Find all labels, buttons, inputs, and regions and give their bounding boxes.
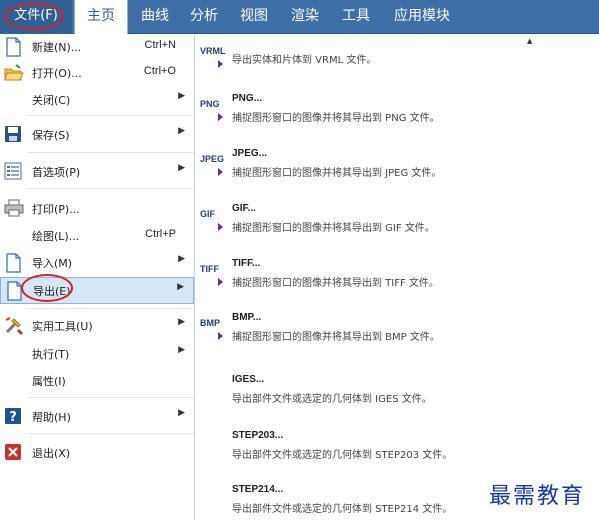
submenu-marker-icon xyxy=(218,168,223,176)
open-folder-icon xyxy=(4,63,24,83)
menu-item-save[interactable]: 保存(S) ▶ xyxy=(0,122,194,148)
png-format-icon: PNG xyxy=(200,99,220,109)
menu-divider xyxy=(28,152,194,153)
menu-item-new[interactable]: 新建(N)... Ctrl+N xyxy=(0,34,194,60)
menu-item-execute[interactable]: 执行(T) ▶ xyxy=(0,341,194,367)
save-disk-icon xyxy=(4,125,24,145)
export-jpeg[interactable]: JPEG JPEG... 捕捉图形窗口的图像并将其导出到 JPEG 文件。 xyxy=(196,144,599,200)
tab-tools[interactable]: 工具 xyxy=(342,0,370,34)
chevron-right-icon: ▶ xyxy=(178,91,185,101)
submenu-marker-icon xyxy=(218,332,223,340)
chevron-right-icon: ▶ xyxy=(178,163,185,173)
submenu-marker-icon xyxy=(218,278,223,286)
submenu-marker-icon xyxy=(218,113,223,121)
export-png[interactable]: PNG PNG... 捕捉图形窗口的图像并将其导出到 PNG 文件。 xyxy=(196,89,599,145)
menu-divider xyxy=(28,397,194,398)
export-submenu: ▲ VRML 导出实体和片体到 VRML 文件。 PNG PNG... 捕捉图形… xyxy=(196,34,599,520)
gif-format-icon: GIF xyxy=(200,209,215,219)
menu-divider xyxy=(28,188,194,189)
export-step203[interactable]: STEP203... 导出部件文件或选定的几何体到 STEP203 文件。 xyxy=(196,426,599,482)
menu-item-export[interactable]: 导出(E) ▶ xyxy=(0,274,194,304)
file-tab[interactable]: 文件(F) xyxy=(0,0,72,34)
tools-icon xyxy=(4,316,24,336)
watermark: 最需教育 xyxy=(488,484,585,509)
file-menu: 新建(N)... Ctrl+N 打开(O)... Ctrl+O 关闭(C) ▶ … xyxy=(0,34,195,520)
ribbon-tab-bar: 文件(F) 主页 曲线 分析 视图 渲染 工具 应用模块 xyxy=(0,0,599,35)
tiff-format-icon: TIFF xyxy=(200,264,219,274)
menu-item-exit[interactable]: 退出(X) xyxy=(0,440,194,466)
bmp-format-icon: BMP xyxy=(200,318,220,328)
import-icon xyxy=(4,253,24,273)
export-iges[interactable]: IGES... 导出部件文件或选定的几何体到 IGES 文件。 xyxy=(196,370,599,426)
annotation-circle xyxy=(4,3,64,30)
preferences-list-icon xyxy=(4,162,24,182)
tab-curve[interactable]: 曲线 xyxy=(141,0,169,34)
menu-item-utilities[interactable]: 实用工具(U) ▶ xyxy=(0,313,194,339)
menu-item-plot[interactable]: 绘图(L)... Ctrl+P xyxy=(0,223,194,249)
menu-item-help[interactable]: ? 帮助(H) ▶ xyxy=(0,404,194,430)
chevron-right-icon: ▶ xyxy=(178,345,185,355)
chevron-right-icon: ▶ xyxy=(178,317,185,327)
menu-item-open[interactable]: 打开(O)... Ctrl+O xyxy=(0,60,194,86)
chevron-right-icon: ▶ xyxy=(178,254,185,264)
tab-home[interactable]: 主页 xyxy=(74,0,128,35)
jpeg-format-icon: JPEG xyxy=(200,154,225,164)
new-file-icon xyxy=(4,37,24,57)
chevron-right-icon: ▶ xyxy=(177,282,184,292)
menu-divider xyxy=(28,115,194,116)
menu-item-print[interactable]: 打印(P)... xyxy=(0,196,194,222)
menu-item-close[interactable]: 关闭(C) ▶ xyxy=(0,87,194,113)
help-icon: ? xyxy=(4,407,24,427)
submenu-marker-icon xyxy=(218,223,223,231)
export-gif[interactable]: GIF GIF... 捕捉图形窗口的图像并将其导出到 GIF 文件。 xyxy=(196,199,599,255)
tab-analysis[interactable]: 分析 xyxy=(190,0,218,34)
printer-icon xyxy=(4,199,24,219)
vrml-format-icon: VRML xyxy=(200,46,226,56)
tab-render[interactable]: 渲染 xyxy=(291,0,319,34)
menu-divider xyxy=(28,433,194,434)
annotation-circle xyxy=(21,274,73,302)
tab-application[interactable]: 应用模块 xyxy=(394,0,450,34)
menu-item-import[interactable]: 导入(M) ▶ xyxy=(0,250,194,276)
menu-item-properties[interactable]: 属性(I) xyxy=(0,368,194,394)
chevron-right-icon: ▶ xyxy=(178,126,185,136)
export-bmp[interactable]: BMP BMP... 捕捉图形窗口的图像并将其导出到 BMP 文件。 xyxy=(196,308,599,364)
svg-text:?: ? xyxy=(9,410,17,425)
export-tiff[interactable]: TIFF TIFF... 捕捉图形窗口的图像并将其导出到 TIFF 文件。 xyxy=(196,254,599,310)
menu-item-preferences[interactable]: 首选项(P) ▶ xyxy=(0,159,194,185)
menu-divider xyxy=(28,308,194,309)
submenu-marker-icon xyxy=(218,60,223,68)
tab-view[interactable]: 视图 xyxy=(240,0,268,34)
exit-icon xyxy=(4,443,24,463)
chevron-right-icon: ▶ xyxy=(178,408,185,418)
